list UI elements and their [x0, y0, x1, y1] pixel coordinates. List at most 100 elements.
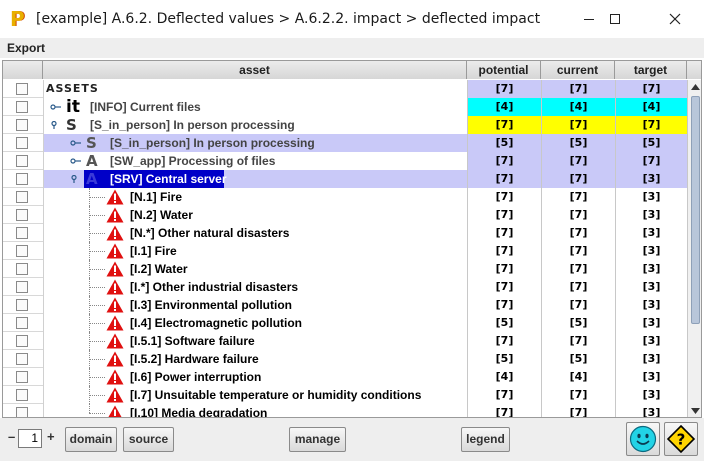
tree-collapsed-handle-icon[interactable]: [50, 103, 62, 111]
asset-cell[interactable]: [I.5.2] Hardware failure: [43, 350, 467, 368]
table-row[interactable]: [I.2] Water [7] [7] [3]: [3, 260, 687, 278]
target-value: [7]: [615, 80, 687, 98]
asset-cell[interactable]: A [SW_app] Processing of files: [43, 152, 467, 170]
table-row[interactable]: [I.5.2] Hardware failure [5] [5] [3]: [3, 350, 687, 368]
table-row[interactable]: [I.7] Unsuitable temperature or humidity…: [3, 386, 687, 404]
row-checkbox[interactable]: [16, 137, 28, 149]
potential-value: [7]: [467, 404, 541, 417]
table-row[interactable]: [I.5.1] Software failure [7] [7] [3]: [3, 332, 687, 350]
row-checkbox[interactable]: [16, 119, 28, 131]
row-checkbox[interactable]: [16, 245, 28, 257]
asset-cell[interactable]: [I.10] Media degradation: [43, 404, 467, 417]
row-checkbox[interactable]: [16, 191, 28, 203]
row-checkbox[interactable]: [16, 281, 28, 293]
asset-cell[interactable]: A [SRV] Central server: [43, 170, 467, 188]
table-row[interactable]: [I.1] Fire [7] [7] [3]: [3, 242, 687, 260]
table-row[interactable]: [N.1] Fire [7] [7] [3]: [3, 188, 687, 206]
row-checkbox[interactable]: [16, 209, 28, 221]
table-row[interactable]: [I.*] Other industrial disasters [7] [7] [3…: [3, 278, 687, 296]
maximize-button[interactable]: [592, 0, 638, 38]
row-checkbox[interactable]: [16, 353, 28, 365]
row-checkbox[interactable]: [16, 83, 28, 95]
asset-cell[interactable]: [I.5.1] Software failure: [43, 332, 467, 350]
current-value: [5]: [541, 314, 615, 332]
row-checkbox[interactable]: [16, 335, 28, 347]
asset-cell[interactable]: [N.2] Water: [43, 206, 467, 224]
header-potential[interactable]: potential: [467, 61, 541, 79]
level-decrease-button[interactable]: –: [8, 429, 15, 444]
domain-button[interactable]: domain: [65, 427, 117, 452]
manage-button[interactable]: manage: [289, 427, 346, 452]
level-increase-button[interactable]: +: [47, 429, 55, 444]
table-row[interactable]: [I.4] Electromagnetic pollution [5] [5] [3]: [3, 314, 687, 332]
scrollbar-thumb[interactable]: [691, 96, 700, 324]
asset-cell[interactable]: [I.*] Other industrial disasters: [43, 278, 467, 296]
asset-cell[interactable]: [N.1] Fire: [43, 188, 467, 206]
close-button[interactable]: [652, 0, 698, 38]
asset-label: [I.4] Electromagnetic pollution: [130, 316, 303, 330]
table-row[interactable]: [N.2] Water [7] [7] [3]: [3, 206, 687, 224]
table-row[interactable]: ASSETS [7] [7] [7]: [3, 80, 687, 98]
row-checkbox[interactable]: [16, 173, 28, 185]
asset-cell[interactable]: [I.1] Fire: [43, 242, 467, 260]
table-row[interactable]: it [INFO] Current files [4] [4] [4]: [3, 98, 687, 116]
table-row[interactable]: [N.*] Other natural disasters [7] [7] [3]: [3, 224, 687, 242]
row-checkbox[interactable]: [16, 227, 28, 239]
warning-triangle-icon: [106, 351, 124, 367]
row-checkbox[interactable]: [16, 407, 28, 417]
asset-cell[interactable]: [I.6] Power interruption: [43, 368, 467, 386]
asset-label: [SW_app] Processing of files: [110, 154, 276, 168]
vertical-scrollbar[interactable]: [687, 80, 701, 417]
target-value: [3]: [615, 260, 687, 278]
table-row[interactable]: S [S_in_person] In person processing [5] [5…: [3, 134, 687, 152]
asset-label: [I.*] Other industrial disasters: [130, 280, 299, 294]
tree-guide-line: [89, 197, 105, 198]
asset-label: [I.3] Environmental pollution: [130, 298, 292, 312]
smiley-button[interactable]: [626, 422, 660, 456]
table-row[interactable]: A [SW_app] Processing of files [7] [7] [7]: [3, 152, 687, 170]
scroll-up-button[interactable]: [688, 80, 701, 94]
potential-value: [5]: [467, 134, 541, 152]
asset-cell[interactable]: [N.*] Other natural disasters: [43, 224, 467, 242]
table-row[interactable]: [I.10] Media degradation [7] [7] [3]: [3, 404, 687, 417]
asset-cell[interactable]: S [S_in_person] In person processing: [43, 134, 467, 152]
header-target[interactable]: target: [615, 61, 687, 79]
asset-cell[interactable]: [I.2] Water: [43, 260, 467, 278]
asset-cell[interactable]: [I.3] Environmental pollution: [43, 296, 467, 314]
current-value: [4]: [541, 368, 615, 386]
pilar-logo-icon: P: [10, 7, 25, 31]
asset-label: [I.7] Unsuitable temperature or humidity…: [130, 388, 422, 402]
header-asset[interactable]: asset: [43, 61, 467, 79]
help-button[interactable]: ?: [664, 422, 698, 456]
row-checkbox[interactable]: [16, 155, 28, 167]
row-checkbox[interactable]: [16, 371, 28, 383]
row-checkbox[interactable]: [16, 299, 28, 311]
asset-label: [I.2] Water: [130, 262, 188, 276]
tree-expanded-handle-icon[interactable]: [70, 175, 82, 183]
asset-cell[interactable]: [I.4] Electromagnetic pollution: [43, 314, 467, 332]
legend-button[interactable]: legend: [461, 427, 510, 452]
asset-cell[interactable]: ASSETS: [43, 80, 467, 98]
potential-value: [7]: [467, 170, 541, 188]
table-row[interactable]: [I.3] Environmental pollution [7] [7] [3]: [3, 296, 687, 314]
tree-collapsed-handle-icon[interactable]: [70, 139, 82, 147]
row-checkbox[interactable]: [16, 263, 28, 275]
level-input[interactable]: 1: [18, 429, 42, 448]
table-row[interactable]: S [S_in_person] In person processing [7] [7…: [3, 116, 687, 134]
row-checkbox[interactable]: [16, 317, 28, 329]
menu-export[interactable]: Export: [7, 41, 45, 55]
row-checkbox[interactable]: [16, 389, 28, 401]
tree-expanded-handle-icon[interactable]: [50, 121, 62, 129]
asset-cell[interactable]: S [S_in_person] In person processing: [43, 116, 467, 134]
table-row[interactable]: A [SRV] Central server [7] [7] [3]: [3, 170, 687, 188]
help-diamond-icon: ?: [667, 425, 695, 453]
asset-type-glyph: S: [86, 134, 97, 152]
source-button[interactable]: source: [123, 427, 174, 452]
asset-cell[interactable]: [I.7] Unsuitable temperature or humidity…: [43, 386, 467, 404]
asset-cell[interactable]: it [INFO] Current files: [43, 98, 467, 116]
row-checkbox[interactable]: [16, 101, 28, 113]
table-row[interactable]: [I.6] Power interruption [4] [4] [3]: [3, 368, 687, 386]
tree-collapsed-handle-icon[interactable]: [70, 157, 82, 165]
scroll-down-button[interactable]: [688, 404, 701, 417]
header-current[interactable]: current: [541, 61, 615, 79]
